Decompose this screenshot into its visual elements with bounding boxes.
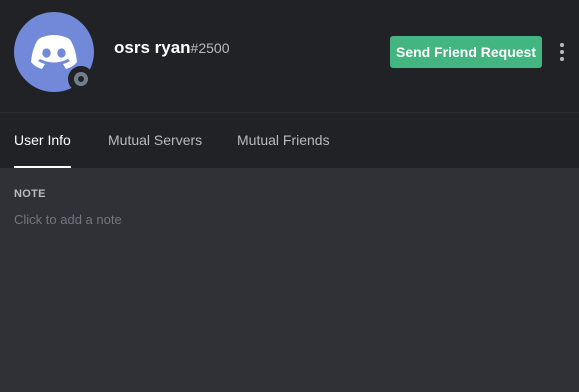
status-indicator (68, 66, 94, 92)
username: osrs ryan (114, 38, 191, 57)
tab-label: Mutual Servers (108, 132, 203, 148)
tab-label: User Info (14, 132, 71, 148)
tab-label: Mutual Friends (237, 132, 330, 148)
note-input[interactable] (14, 210, 554, 228)
send-friend-request-button[interactable]: Send Friend Request (390, 36, 542, 68)
user-name-tag: osrs ryan #2500 (114, 38, 229, 58)
profile-header: osrs ryan #2500 Send Friend Request (0, 0, 579, 112)
tab-user-info[interactable]: User Info (14, 113, 71, 168)
tab-mutual-friends[interactable]: Mutual Friends (237, 113, 330, 168)
user-info-panel: NOTE (0, 168, 579, 392)
user-profile-modal: osrs ryan #2500 Send Friend Request User… (0, 0, 579, 392)
profile-tab-bar: User Info Mutual Servers Mutual Friends (0, 112, 579, 168)
more-vertical-icon[interactable] (552, 40, 572, 64)
avatar (14, 12, 94, 92)
status-offline-icon (74, 72, 88, 86)
note-heading: NOTE (14, 188, 46, 200)
tab-mutual-servers[interactable]: Mutual Servers (108, 113, 202, 168)
discriminator: #2500 (190, 40, 230, 56)
